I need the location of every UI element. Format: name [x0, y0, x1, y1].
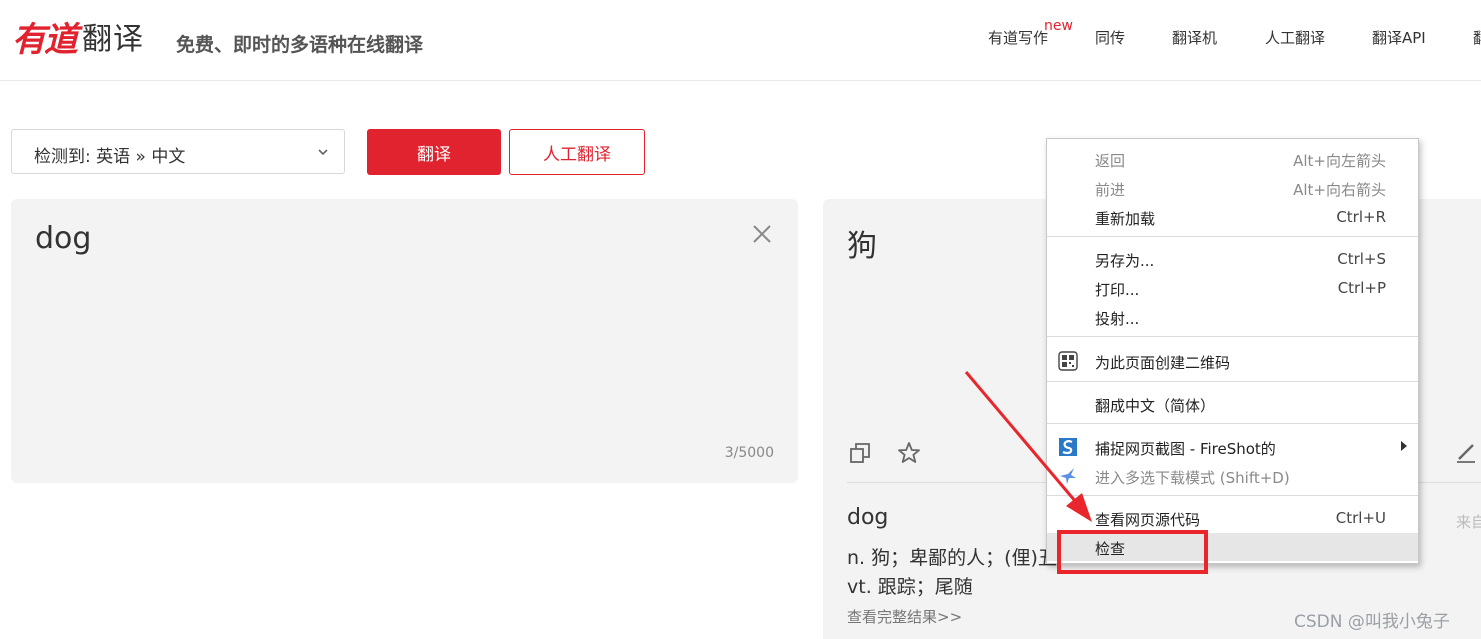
dict-definition: vt. 跟踪；尾随 — [847, 576, 973, 598]
menu-item-label: 投射... — [1095, 310, 1140, 328]
menu-item-multi-download[interactable]: 进入多选下载模式 (Shift+D) — [1047, 462, 1418, 490]
menu-item-shortcut: Ctrl+S — [1337, 250, 1386, 268]
menu-item-label: 查看网页源代码 — [1095, 511, 1201, 529]
nav-item-writing[interactable]: 有道写作 — [988, 27, 1048, 48]
menu-item-label: 打印... — [1095, 281, 1140, 299]
copy-icon[interactable] — [849, 442, 871, 464]
menu-item-label: 前进 — [1095, 181, 1126, 199]
translate-button[interactable]: 翻译 — [367, 129, 501, 175]
language-select[interactable]: 检测到: 英语 » 中文 — [11, 129, 345, 174]
fireshot-icon — [1059, 438, 1077, 456]
dict-source: 来自 — [1456, 513, 1481, 531]
menu-item-back[interactable]: 返回 Alt+向左箭头 — [1047, 145, 1418, 173]
nav-item-translation-api[interactable]: 翻译API — [1372, 27, 1426, 48]
edit-icon[interactable] — [1455, 441, 1477, 463]
menu-separator — [1047, 236, 1418, 237]
top-header: 有道 翻译 免费、即时的多语种在线翻译 有道写作 同传 翻译机 人工翻译 翻译A… — [0, 0, 1481, 81]
menu-separator — [1047, 423, 1418, 424]
nav-item-human-translation[interactable]: 人工翻译 — [1265, 27, 1325, 48]
menu-item-shortcut: Alt+向右箭头 — [1293, 181, 1386, 199]
source-text-panel[interactable]: dog 3/5000 — [11, 199, 798, 483]
top-nav: 有道写作 同传 翻译机 人工翻译 翻译API 翻 — [0, 27, 1481, 49]
full-result-link[interactable]: 查看完整结果>> — [847, 606, 962, 627]
menu-item-label: 为此页面创建二维码 — [1095, 354, 1231, 372]
menu-item-inspect[interactable]: 检查 — [1047, 533, 1418, 561]
menu-item-translate[interactable]: 翻成中文（简体） — [1047, 390, 1418, 418]
nav-item-interpretation[interactable]: 同传 — [1095, 27, 1125, 48]
menu-item-shortcut: Ctrl+U — [1335, 509, 1386, 527]
csdn-watermark: CSDN @叫我小兔子 — [1294, 612, 1450, 632]
menu-item-shortcut: Ctrl+R — [1336, 208, 1386, 226]
translation-result: 狗 — [847, 229, 877, 264]
menu-item-label: 返回 — [1095, 152, 1126, 170]
menu-item-shortcut: Alt+向左箭头 — [1293, 152, 1386, 170]
menu-item-cast[interactable]: 投射... — [1047, 303, 1418, 331]
dict-headword: dog — [847, 505, 889, 530]
menu-item-label: 另存为... — [1095, 252, 1155, 270]
menu-separator — [1047, 336, 1418, 337]
close-icon[interactable] — [751, 223, 773, 245]
nav-item-more[interactable]: 翻 — [1473, 27, 1481, 48]
menu-item-label: 捕捉网页截图 - FireShot的 — [1095, 440, 1276, 458]
menu-item-print[interactable]: 打印... Ctrl+P — [1047, 274, 1418, 302]
menu-item-forward[interactable]: 前进 Alt+向右箭头 — [1047, 174, 1418, 202]
menu-item-create-qr[interactable]: 为此页面创建二维码 — [1047, 347, 1418, 375]
source-input[interactable]: dog — [35, 221, 91, 256]
qr-code-icon — [1058, 351, 1078, 371]
menu-item-save-as[interactable]: 另存为... Ctrl+S — [1047, 245, 1418, 273]
menu-item-reload[interactable]: 重新加载 Ctrl+R — [1047, 203, 1418, 231]
language-select-value: 检测到: 英语 » 中文 — [34, 147, 186, 167]
menu-item-label: 进入多选下载模式 (Shift+D) — [1095, 469, 1290, 487]
new-badge: new — [1044, 18, 1073, 34]
submenu-arrow-icon — [1401, 441, 1407, 451]
menu-separator — [1047, 495, 1418, 496]
menu-item-label: 翻成中文（简体） — [1095, 397, 1216, 415]
menu-item-label: 检查 — [1095, 540, 1126, 558]
menu-item-view-source[interactable]: 查看网页源代码 Ctrl+U — [1047, 504, 1418, 532]
nav-item-translator-device[interactable]: 翻译机 — [1172, 27, 1217, 48]
context-menu: 返回 Alt+向左箭头 前进 Alt+向右箭头 重新加载 Ctrl+R 另存为.… — [1046, 138, 1419, 564]
star-icon[interactable] — [897, 441, 921, 465]
chevron-down-icon — [318, 149, 328, 156]
human-translation-button[interactable]: 人工翻译 — [509, 129, 645, 175]
menu-item-shortcut: Ctrl+P — [1337, 279, 1386, 297]
dict-definition: n. 狗；卑鄙的人；(俚)丑 — [847, 547, 1057, 569]
menu-item-label: 重新加载 — [1095, 210, 1156, 228]
menu-item-fireshot[interactable]: 捕捉网页截图 - FireShot的 — [1047, 433, 1418, 461]
download-bird-icon — [1060, 468, 1076, 484]
menu-separator — [1047, 381, 1418, 382]
character-count: 3/5000 — [724, 445, 774, 461]
